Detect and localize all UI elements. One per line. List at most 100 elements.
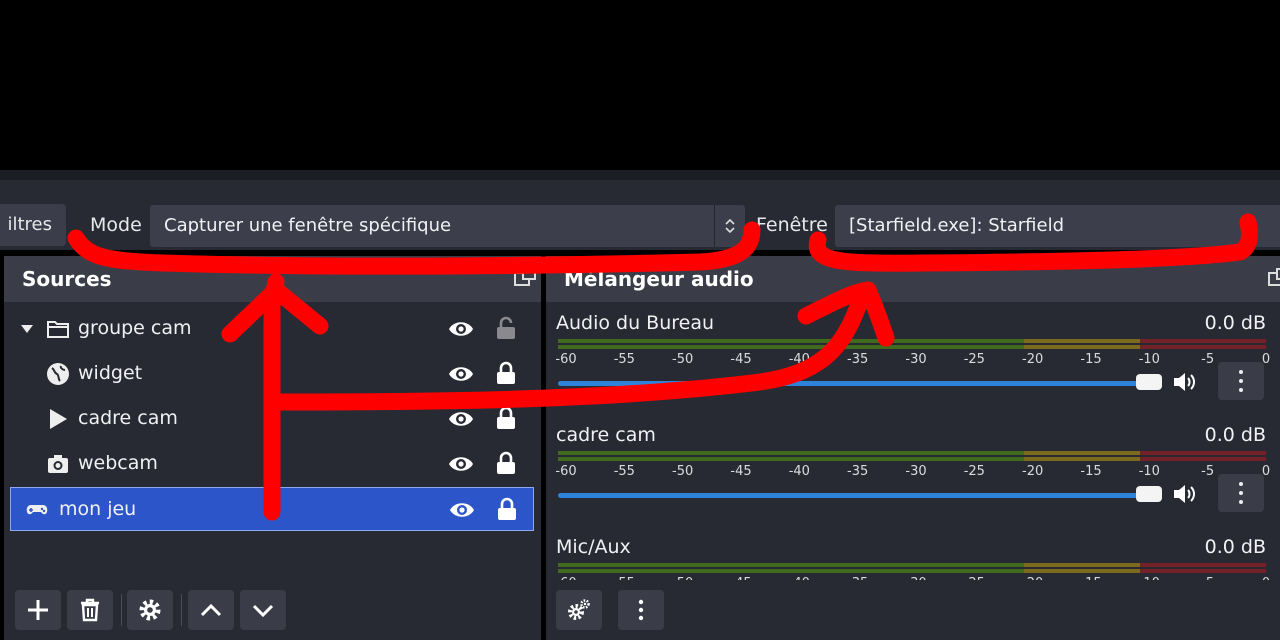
meter-tick-label: -45	[730, 576, 751, 580]
meter-tick-label: -40	[789, 576, 810, 580]
play-icon	[50, 409, 67, 429]
meter-tick-label: -25	[963, 352, 985, 367]
source-item-label: groupe cam	[78, 317, 192, 339]
visibility-eye-icon[interactable]	[448, 453, 474, 475]
visibility-eye-icon[interactable]	[449, 499, 475, 521]
unlock-icon[interactable]	[496, 316, 516, 340]
filters-button[interactable]: iltres	[0, 204, 66, 246]
sources-title: Sources	[22, 267, 112, 291]
meter-tick-label: -50	[672, 352, 694, 367]
meter-tick-label: -45	[730, 464, 752, 479]
volume-slider-handle[interactable]	[1136, 374, 1162, 390]
trash-icon	[81, 598, 99, 622]
undock-icon[interactable]	[514, 268, 536, 286]
meter-tick-label: -25	[964, 576, 985, 580]
channel-menu-button[interactable]	[1218, 362, 1264, 400]
meter-tick-label: -20	[1022, 576, 1043, 580]
source-item-cadre-cam[interactable]: cadre cam	[10, 398, 534, 440]
channel-name: Audio du Bureau	[556, 312, 715, 334]
volume-meter	[558, 563, 1266, 575]
visibility-eye-icon[interactable]	[448, 363, 474, 385]
toolbar-separator	[121, 594, 122, 626]
source-item-label: widget	[78, 362, 143, 384]
audio-channel: Mic/Aux0.0 dB-60-55-50-45-40-35-30-25-20…	[546, 536, 1280, 580]
meter-tick-label: -30	[905, 576, 926, 580]
meter-tick-label: 0	[1262, 576, 1270, 580]
meter-scale: -60-55-50-45-40-35-30-25-20-15-10-50	[555, 352, 1270, 372]
move-source-down-button[interactable]	[240, 590, 286, 630]
meter-tick-label: -55	[614, 576, 635, 580]
source-item-mon-jeu[interactable]: mon jeu	[10, 487, 534, 531]
volume-slider-track[interactable]	[558, 381, 1152, 386]
gamepad-icon	[26, 505, 48, 515]
mixer-dock-header: Mélangeur audio	[546, 256, 1280, 302]
mode-label: Mode	[90, 214, 142, 236]
meter-tick-label: -50	[672, 576, 693, 580]
meter-tick-label: -55	[613, 352, 635, 367]
meter-tick-label: -55	[613, 464, 635, 479]
source-item-groupe-cam[interactable]: groupe cam	[10, 308, 534, 350]
expand-arrow-icon[interactable]	[20, 324, 34, 334]
visibility-eye-icon[interactable]	[448, 318, 474, 340]
mode-select[interactable]: Capturer une fenêtre spécifique	[150, 205, 745, 247]
add-source-button[interactable]	[15, 590, 61, 630]
lock-icon[interactable]	[497, 497, 517, 521]
meter-tick-label: -35	[847, 576, 868, 580]
move-source-up-button[interactable]	[188, 590, 234, 630]
remove-source-button[interactable]	[67, 590, 113, 630]
window-label: Fenêtre	[756, 214, 828, 236]
visibility-eye-icon[interactable]	[448, 408, 474, 430]
meter-tick-label: -35	[847, 464, 869, 479]
meter-tick-label: -30	[905, 464, 927, 479]
source-item-label: cadre cam	[78, 407, 178, 429]
speaker-mute-icon[interactable]	[1172, 482, 1198, 506]
volume-slider-handle[interactable]	[1136, 486, 1162, 502]
chevron-up-icon	[200, 603, 222, 617]
kebab-menu-icon	[638, 599, 644, 621]
plus-icon	[28, 600, 48, 620]
properties-bar: iltres Mode Capturer une fenêtre spécifi…	[0, 170, 1280, 250]
volume-meter	[558, 451, 1266, 463]
meter-tick-label: -25	[963, 464, 985, 479]
channel-menu-button[interactable]	[1218, 474, 1264, 512]
meter-tick-label: -40	[788, 352, 810, 367]
meter-tick-label: -5	[1201, 576, 1214, 580]
globe-icon	[47, 363, 69, 385]
lock-icon[interactable]	[496, 406, 516, 430]
meter-scale: -60-55-50-45-40-35-30-25-20-15-10-50	[555, 464, 1270, 484]
meter-scale: -60-55-50-45-40-35-30-25-20-15-10-50	[555, 576, 1270, 580]
mixer-menu-button[interactable]	[618, 590, 664, 630]
channel-name: cadre cam	[556, 424, 656, 446]
channel-volume-db: 0.0 dB	[1204, 424, 1266, 446]
audio-channel: cadre cam 0.0 dB -60 -55 -50 -45 -40 -35 -30 -25 -…	[546, 424, 1280, 534]
folder-icon	[47, 321, 69, 338]
sources-dock: Sources groupe cam widget cadre cam webc…	[4, 256, 541, 640]
meter-tick-label: -15	[1080, 352, 1102, 367]
advanced-audio-properties-button[interactable]	[556, 590, 602, 630]
undock-icon[interactable]	[1268, 268, 1280, 286]
volume-slider-track[interactable]	[558, 493, 1152, 498]
channel-name: Mic/Aux	[556, 536, 631, 558]
meter-tick-label: -50	[672, 464, 694, 479]
volume-meter	[558, 339, 1266, 351]
channel-volume-db: 0.0 dB	[1204, 312, 1266, 334]
channel-volume-db: 0.0 dB	[1204, 536, 1266, 558]
source-properties-button[interactable]	[127, 590, 173, 630]
chevron-down-icon	[252, 604, 274, 618]
source-item-webcam[interactable]: webcam	[10, 443, 534, 485]
meter-tick-label: -20	[1022, 464, 1044, 479]
meter-tick-label: -10	[1139, 576, 1160, 580]
meter-tick-label: -40	[788, 464, 810, 479]
lock-icon[interactable]	[496, 451, 516, 475]
meter-tick-label: -60	[555, 464, 577, 479]
meter-tick-label: -20	[1022, 352, 1044, 367]
toolbar-separator	[181, 594, 182, 626]
meter-tick-label: -10	[1138, 464, 1160, 479]
updown-chevron-icon	[714, 205, 745, 247]
source-item-widget[interactable]: widget	[10, 353, 534, 395]
meter-tick-label: -10	[1138, 352, 1160, 367]
speaker-mute-icon[interactable]	[1172, 370, 1198, 394]
lock-icon[interactable]	[496, 361, 516, 385]
window-select[interactable]: [Starfield.exe]: Starfield	[835, 205, 1280, 247]
meter-tick-label: -60	[555, 576, 576, 580]
